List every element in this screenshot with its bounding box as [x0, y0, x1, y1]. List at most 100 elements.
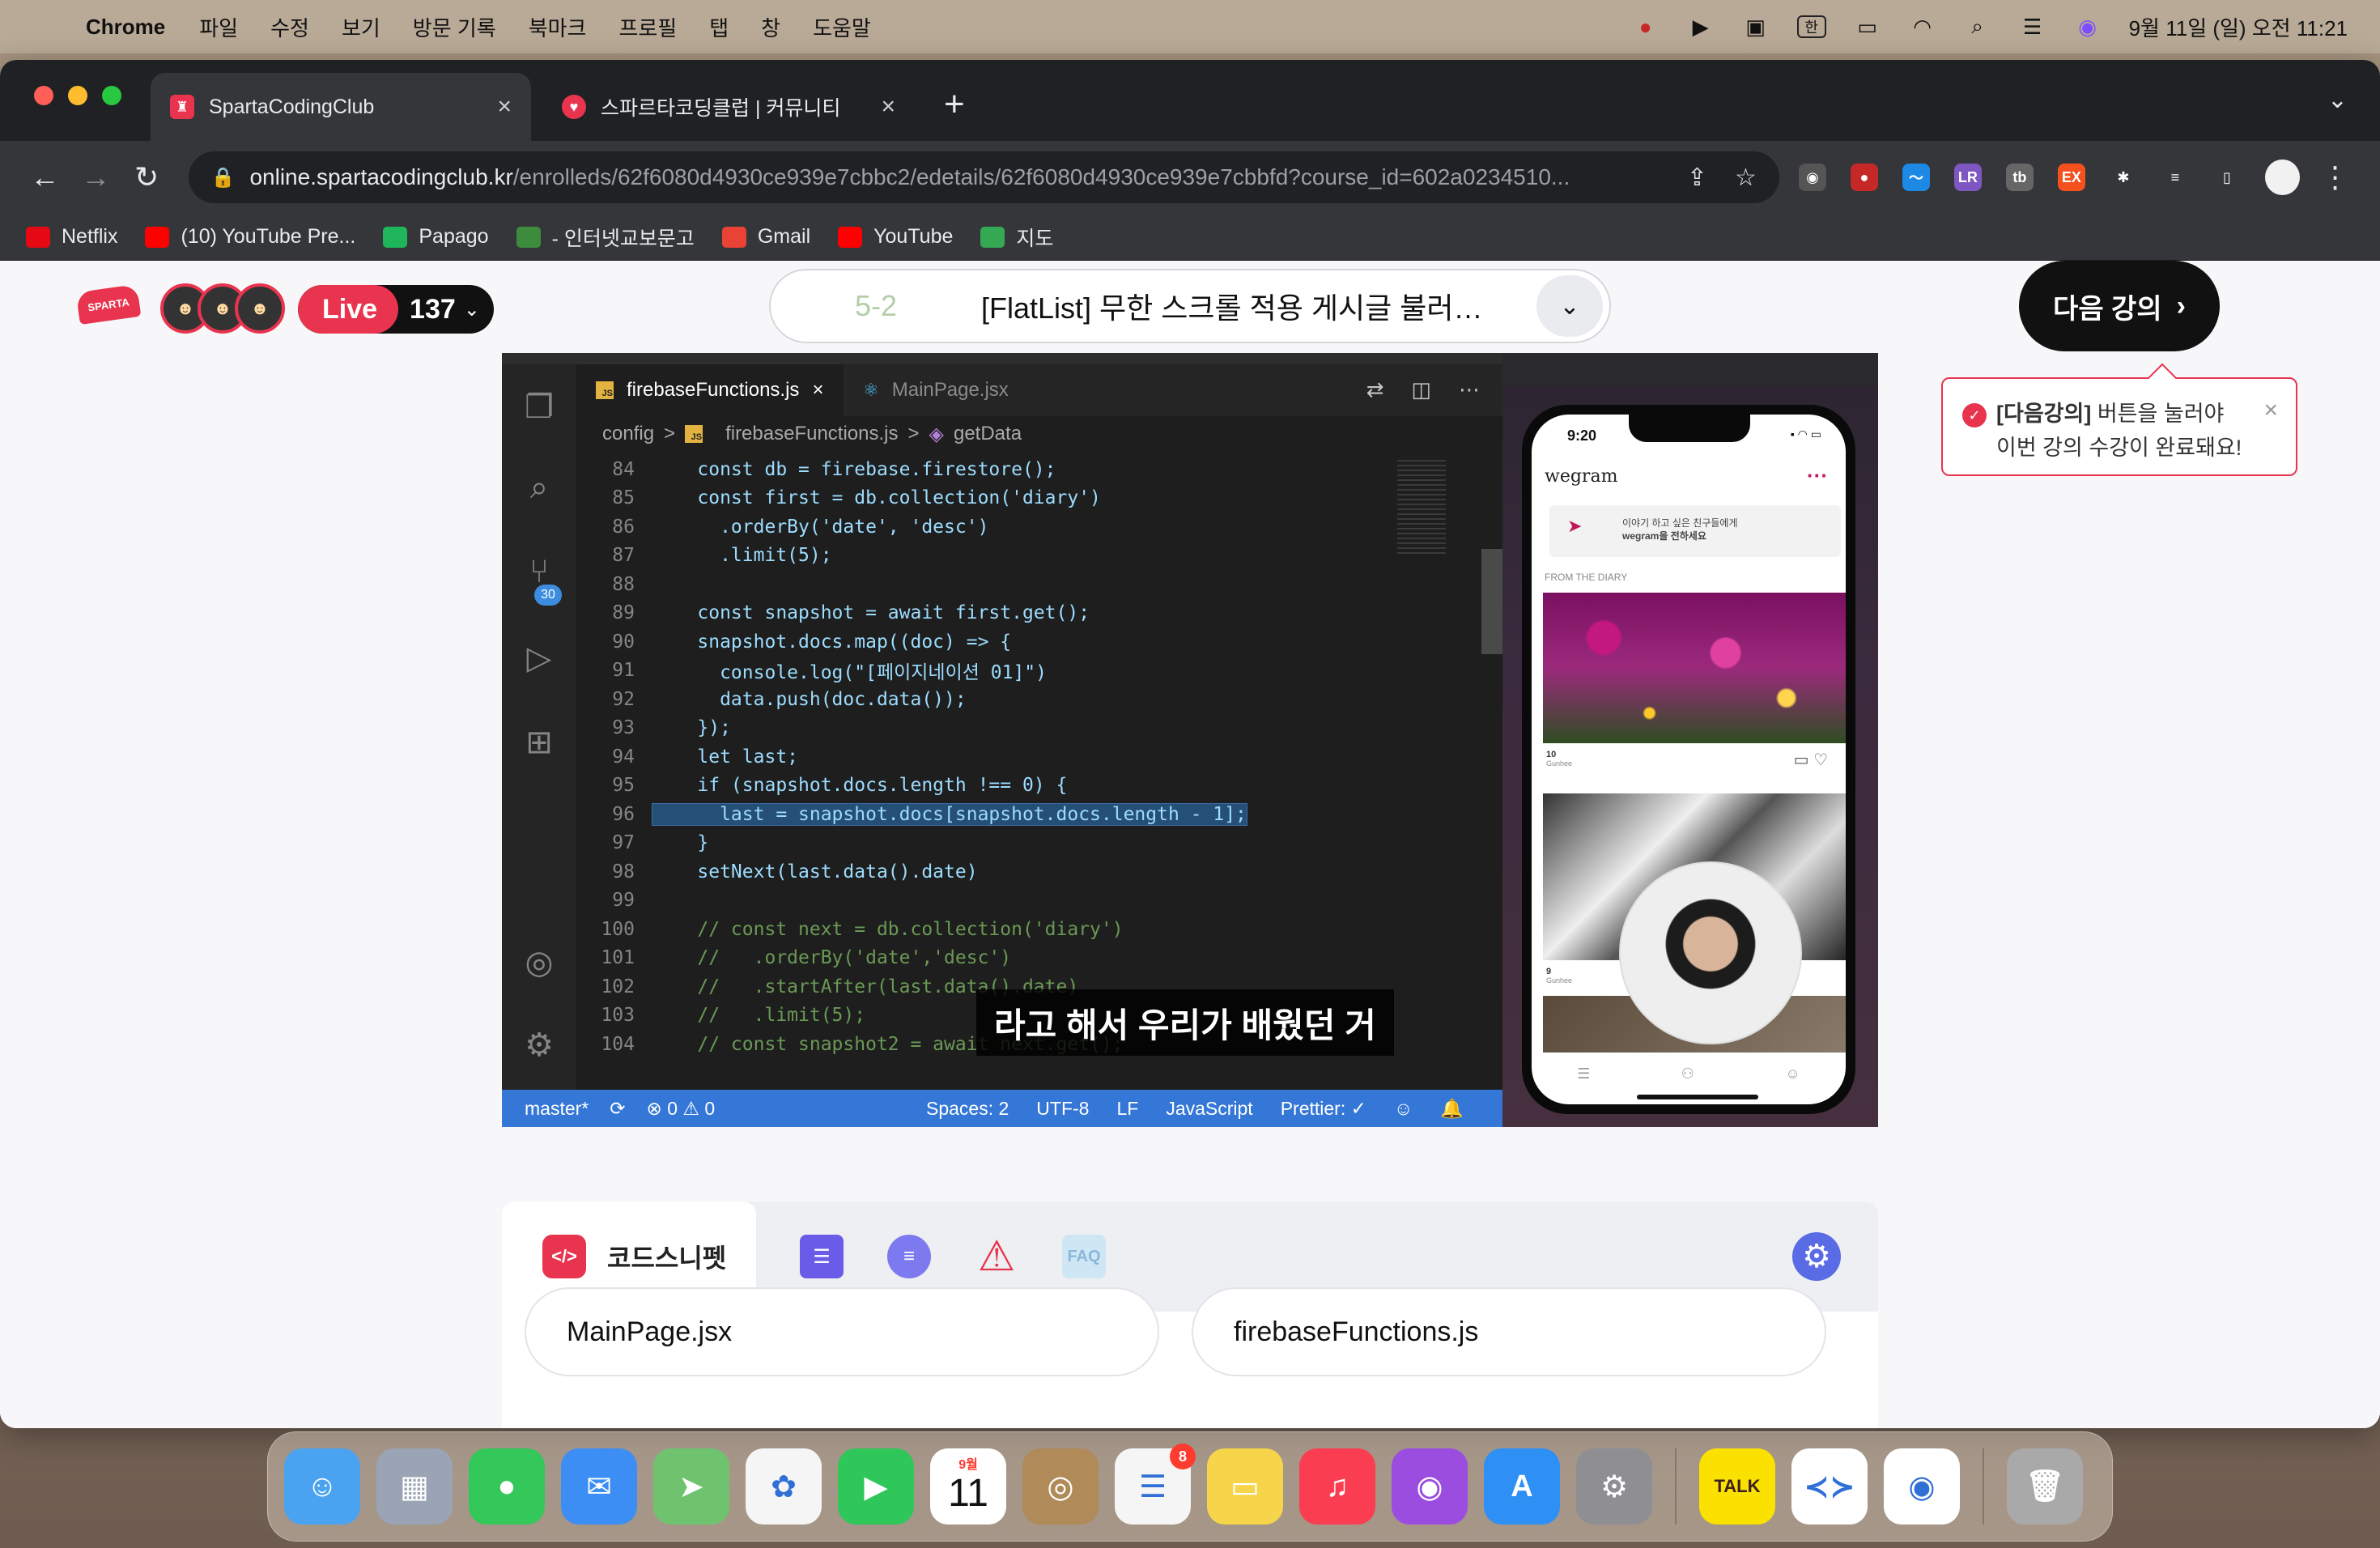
siri-icon[interactable]: ◉ [2074, 15, 2102, 39]
viewer-avatars[interactable]: ☻ ☻ ☻ [160, 283, 285, 334]
bookmark-label: (10) YouTube Pre... [181, 225, 356, 248]
bookmark-item[interactable]: Papago [383, 225, 489, 249]
bookmark-item[interactable]: Netflix [26, 225, 117, 249]
menu-bookmarks[interactable]: 북마크 [529, 12, 587, 42]
contacts-icon[interactable]: ◎ [1022, 1448, 1099, 1525]
ext-red-icon[interactable]: ● [1850, 164, 1878, 191]
launchpad-icon[interactable]: ▦ [376, 1448, 453, 1525]
spotlight-icon[interactable]: ⌕ [1964, 14, 1991, 39]
zoom-window-button[interactable] [102, 86, 121, 105]
chevron-down-icon[interactable]: ⌄ [1536, 275, 1603, 337]
chrome-icon[interactable]: ◉ [1884, 1448, 1960, 1525]
menu-view[interactable]: 보기 [342, 12, 380, 42]
photos-icon[interactable]: ✿ [746, 1448, 822, 1525]
bookmark-item[interactable]: Gmail [721, 225, 811, 249]
notes-icon[interactable]: ▭ [1207, 1448, 1283, 1525]
address-bar[interactable]: 🔒 online.spartacodingclub.kr /enrolleds/… [188, 151, 1779, 203]
tab-search-icon[interactable]: ⌄ [2327, 86, 2348, 114]
media-icon[interactable]: ≡ [2161, 164, 2189, 191]
ext-ex-icon[interactable]: EX [2057, 164, 2085, 191]
bookmark-label: Gmail [757, 225, 811, 248]
music-icon[interactable]: ♫ [1299, 1448, 1375, 1525]
calendar-icon[interactable]: 9월 11 [930, 1448, 1006, 1525]
control-center-icon[interactable]: ☰ [2019, 15, 2046, 39]
puzzle-icon[interactable]: ✱ [2109, 164, 2137, 191]
menu-history[interactable]: 방문 기록 [413, 12, 496, 42]
menu-edit[interactable]: 수정 [270, 12, 309, 42]
menu-help[interactable]: 도움말 [813, 12, 871, 42]
warning-icon[interactable]: ⚠ [975, 1233, 1018, 1280]
menu-tab[interactable]: 탭 [709, 12, 729, 42]
dock-glyph: ◉ [1416, 1469, 1443, 1504]
omnibox-actions: ⇪ ☆ [1687, 164, 1757, 192]
messages-icon[interactable]: ● [469, 1448, 545, 1525]
snippet-file-mainpage[interactable]: MainPage.jsx [525, 1287, 1159, 1376]
mail-icon[interactable]: ✉ [561, 1448, 637, 1525]
bookmark-item[interactable]: 지도 [980, 223, 1053, 252]
close-window-button[interactable] [34, 86, 53, 105]
battery-icon[interactable]: ▭ [1854, 15, 1881, 39]
reload-button[interactable]: ↻ [121, 160, 172, 194]
code-text: last = snapshot.docs[snapshot.docs.lengt… [652, 802, 1247, 826]
close-tab-icon[interactable]: × [881, 93, 895, 121]
forward-button[interactable]: → [70, 160, 121, 194]
snippet-file-firebase[interactable]: firebaseFunctions.js [1192, 1287, 1826, 1376]
screen-mirror-icon[interactable]: ▣ [1742, 15, 1770, 39]
minimize-window-button[interactable] [68, 86, 87, 105]
breadcrumb-file: firebaseFunctions.js [725, 423, 899, 444]
bookmark-item[interactable]: YouTube [838, 225, 953, 249]
screen-record-icon[interactable]: ● [1632, 15, 1660, 39]
ext-tb-icon[interactable]: tb [2005, 164, 2034, 191]
close-tab-icon[interactable]: × [497, 93, 512, 121]
new-tab-button[interactable]: + [944, 84, 965, 125]
reminders-icon[interactable]: ☰ 8 [1115, 1444, 1196, 1525]
menu-file[interactable]: 파일 [199, 12, 238, 42]
sparta-logo[interactable]: SPARTA [75, 283, 142, 325]
bookmark-item[interactable]: (10) YouTube Pre... [145, 225, 355, 249]
facetime-icon[interactable]: ▶ [838, 1448, 914, 1525]
tooltip-line2: 이번 강의 수강이 완료돼요! [1996, 436, 2242, 460]
lock-icon[interactable]: 🔒 [211, 166, 236, 189]
lecture-video[interactable]: ❐ ⌕ ⑂ 30 ▷ ⊞ ◎ ⚙ JS firebaseFunctions.js… [502, 353, 1878, 1127]
menu-window[interactable]: 창 [761, 12, 780, 42]
wifi-icon[interactable]: ◠ [1909, 15, 1936, 39]
next-lecture-button[interactable]: 다음 강의 › [2019, 261, 2220, 351]
menu-clock[interactable]: 9월 11일 (일) 오전 11:21 [2129, 12, 2348, 42]
sidepanel-icon[interactable]: ▯ [2212, 164, 2241, 191]
notes-doc-icon[interactable]: ☰ [800, 1235, 844, 1278]
share-icon[interactable]: ⇪ [1687, 164, 1707, 192]
explorer-icon: ❐ [525, 389, 554, 425]
close-icon[interactable]: × [2263, 393, 2278, 427]
faq-icon[interactable]: FAQ [1062, 1235, 1106, 1278]
ext-wave-icon[interactable]: 〜 [1902, 164, 1930, 191]
chrome-menu-icon[interactable]: ⋮ [2310, 160, 2361, 194]
code-text: } [652, 832, 709, 854]
play-icon[interactable]: ▶ [1687, 15, 1715, 39]
kakaotalk-icon[interactable]: TALK [1699, 1448, 1775, 1525]
camera-icon[interactable]: ◉ [1798, 164, 1826, 191]
settings-icon[interactable]: ⚙ [1576, 1448, 1652, 1525]
chat-icon[interactable]: ≡ [887, 1235, 931, 1278]
settings-icon[interactable]: ⚙ [1792, 1232, 1841, 1281]
vscode-icon[interactable]: ≺≻ [1791, 1448, 1868, 1525]
tab-community[interactable]: ♥ 스파르타코딩클럽 | 커뮤니티 × [542, 73, 915, 141]
code-text: data.push(doc.data()); [652, 688, 967, 710]
lecture-selector[interactable]: 5-2 [FlatList] 무한 스크롤 적용 게시글 불러오기 ⌄ [769, 269, 1611, 343]
ext-lr-icon[interactable]: LR [1953, 164, 1982, 191]
menu-profiles[interactable]: 프로필 [618, 12, 677, 42]
input-source[interactable]: 한 [1796, 15, 1826, 38]
wegram-logo: wegram [1545, 466, 1618, 487]
bookmark-item[interactable]: - 인터넷교보문고 [516, 223, 695, 252]
menu-app-name[interactable]: Chrome [86, 15, 165, 40]
live-viewers-button[interactable]: Live 137 ⌄ [298, 285, 494, 334]
tab-spartacodingclub[interactable]: ♜ SpartaCodingClub × [151, 73, 531, 141]
maps-app-icon[interactable]: ➤ [653, 1448, 729, 1525]
finder-icon[interactable]: ☺ [284, 1448, 360, 1525]
trash-icon[interactable]: 🗑 [2007, 1448, 2083, 1525]
back-button[interactable]: ← [19, 160, 70, 194]
chevron-right-icon: › [2176, 290, 2186, 321]
podcasts-icon[interactable]: ◉ [1392, 1448, 1468, 1525]
appstore-icon[interactable]: A [1484, 1448, 1560, 1525]
bookmark-star-icon[interactable]: ☆ [1735, 164, 1757, 192]
profile-avatar[interactable] [2264, 159, 2301, 195]
